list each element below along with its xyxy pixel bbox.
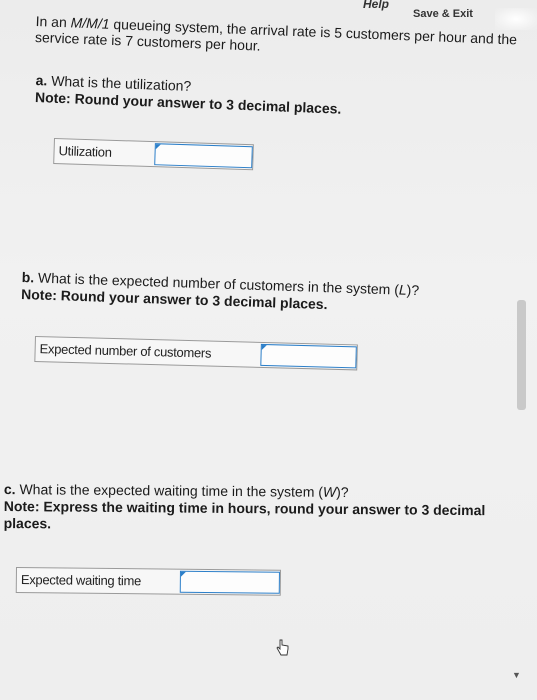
question-a: a. What is the utilization? Note: Round … [35,72,406,120]
question-text: What is the expected waiting time in the… [19,481,324,500]
save-exit-button[interactable]: Save & Exit [413,8,473,20]
pointer-hand-icon [276,639,289,656]
expected-customers-field: Expected number of customers [34,336,358,371]
question-text-end: )? [406,281,420,299]
vertical-scrollbar[interactable] [517,300,526,410]
question-text-end: )? [336,483,349,501]
help-link[interactable]: Help [363,0,389,11]
question-c: c. What is the expected waiting time in … [4,481,494,536]
queue-model: M/M/1 [70,14,110,32]
intro-text-start: In an [35,13,72,31]
waiting-time-input[interactable] [179,570,280,594]
field-label: Expected waiting time [20,572,142,589]
screen-glare [495,8,537,30]
field-label: Utilization [58,143,112,160]
field-label: Expected number of customers [39,341,212,361]
utilization-input[interactable] [154,143,253,169]
question-symbol: W [322,483,337,500]
chevron-down-icon[interactable]: ▼ [512,670,521,680]
question-note: Note: Express the waiting time in hours,… [3,497,486,532]
question-letter: a. [35,72,48,89]
utilization-field: Utilization [53,138,254,171]
waiting-time-field: Expected waiting time [15,567,281,596]
question-letter: b. [21,269,35,286]
question-b: b. What is the expected number of custom… [21,269,472,318]
question-letter: c. [3,481,16,498]
expected-customers-input[interactable] [260,343,357,369]
